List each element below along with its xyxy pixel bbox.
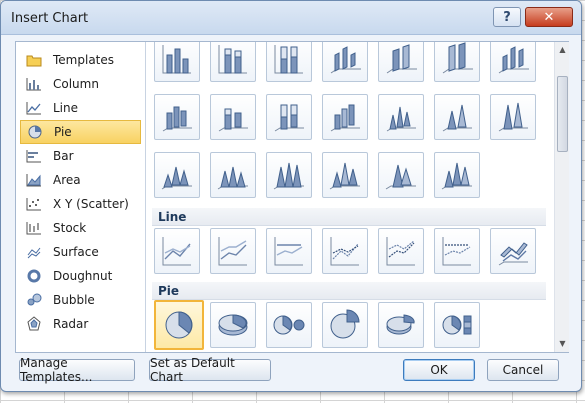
chart-type-label: Radar — [53, 317, 89, 331]
chart-type-label: Stock — [53, 221, 87, 235]
chart-type-label: Area — [53, 173, 81, 187]
column-chart-icon — [25, 76, 43, 92]
section-header-line: Line — [152, 208, 546, 226]
chart-type-templates[interactable]: Templates — [20, 48, 141, 72]
pyramid-subtype-thumb[interactable] — [210, 152, 256, 198]
column-subtype-thumb[interactable] — [210, 42, 256, 82]
scatter-chart-icon — [25, 196, 43, 212]
column-subtype-thumb[interactable] — [154, 42, 200, 82]
scrollbar-thumb[interactable] — [557, 76, 568, 152]
dialog-title: Insert Chart — [11, 11, 89, 26]
pie-subtype-thumb[interactable] — [154, 300, 204, 350]
3d-line-subtype-thumb[interactable] — [490, 228, 536, 274]
help-button[interactable]: ? — [493, 7, 521, 27]
chart-type-label: Templates — [53, 53, 115, 67]
dialog-content: Templates Column Line Pie Bar Area X Y (… — [15, 41, 569, 353]
line-subtype-thumb[interactable] — [210, 228, 256, 274]
chart-type-surface[interactable]: Surface — [20, 240, 141, 264]
radar-chart-icon — [25, 316, 43, 332]
pie-of-pie-subtype-thumb[interactable] — [266, 302, 312, 348]
column-subtype-thumb[interactable] — [378, 42, 424, 82]
manage-templates-button[interactable]: Manage Templates... — [19, 356, 135, 384]
gallery-scrollbar[interactable]: ▲ ▼ — [554, 42, 569, 352]
scroll-up-icon[interactable]: ▲ — [555, 42, 570, 58]
section-header-pie: Pie — [152, 282, 546, 300]
line-chart-icon — [25, 100, 43, 116]
surface-chart-icon — [25, 244, 43, 260]
chart-type-column[interactable]: Column — [20, 72, 141, 96]
cylinder-subtype-thumb[interactable] — [322, 94, 368, 140]
insert-chart-dialog: Insert Chart ? ✕ Templates Column Line P… — [0, 0, 582, 392]
chart-type-radar[interactable]: Radar — [20, 312, 141, 336]
chart-subtype-gallery: Line Pie — [148, 42, 554, 352]
chart-type-pie[interactable]: Pie — [20, 120, 141, 144]
pyramid-subtype-thumb[interactable] — [154, 152, 200, 198]
pie-chart-icon — [26, 124, 44, 140]
area-chart-icon — [25, 172, 43, 188]
column-subtype-thumb[interactable] — [434, 42, 480, 82]
chart-type-label: Bubble — [53, 293, 95, 307]
line-subtype-thumb[interactable] — [266, 228, 312, 274]
chart-type-list: Templates Column Line Pie Bar Area X Y (… — [16, 42, 146, 352]
cancel-button[interactable]: Cancel — [487, 359, 559, 381]
close-icon: ✕ — [543, 9, 555, 25]
chart-type-label: Doughnut — [53, 269, 113, 283]
cone-subtype-thumb[interactable] — [378, 94, 424, 140]
chart-type-area[interactable]: Area — [20, 168, 141, 192]
column-subtype-thumb[interactable] — [322, 42, 368, 82]
chart-type-doughnut[interactable]: Doughnut — [20, 264, 141, 288]
line-markers-subtype-thumb[interactable] — [434, 228, 480, 274]
title-bar: Insert Chart ? ✕ — [1, 1, 581, 35]
bar-of-pie-subtype-thumb[interactable] — [434, 302, 480, 348]
chart-type-stock[interactable]: Stock — [20, 216, 141, 240]
folder-icon — [25, 52, 43, 68]
pyramid-subtype-thumb[interactable] — [434, 152, 480, 198]
doughnut-chart-icon — [25, 268, 43, 284]
chart-type-label: X Y (Scatter) — [53, 197, 129, 211]
chart-type-label: Surface — [53, 245, 99, 259]
chart-type-label: Column — [53, 77, 99, 91]
line-markers-subtype-thumb[interactable] — [378, 228, 424, 274]
bubble-chart-icon — [25, 292, 43, 308]
cylinder-subtype-thumb[interactable] — [154, 94, 200, 140]
chart-type-label: Pie — [54, 125, 72, 139]
column-subtype-thumb[interactable] — [490, 42, 536, 82]
3d-pie-subtype-thumb[interactable] — [210, 302, 256, 348]
cylinder-subtype-thumb[interactable] — [266, 94, 312, 140]
stock-chart-icon — [25, 220, 43, 236]
exploded-3d-pie-subtype-thumb[interactable] — [378, 302, 424, 348]
line-subtype-thumb[interactable] — [154, 228, 200, 274]
chart-type-scatter[interactable]: X Y (Scatter) — [20, 192, 141, 216]
cone-subtype-thumb[interactable] — [490, 94, 536, 140]
line-markers-subtype-thumb[interactable] — [322, 228, 368, 274]
ok-button[interactable]: OK — [403, 359, 475, 381]
bar-chart-icon — [25, 148, 43, 164]
scroll-down-icon[interactable]: ▼ — [555, 336, 570, 352]
close-button[interactable]: ✕ — [525, 7, 573, 27]
set-default-chart-button[interactable]: Set as Default Chart — [149, 356, 271, 384]
chart-type-line[interactable]: Line — [20, 96, 141, 120]
pyramid-subtype-thumb[interactable] — [378, 152, 424, 198]
chart-type-label: Bar — [53, 149, 74, 163]
pyramid-subtype-thumb[interactable] — [322, 152, 368, 198]
chart-type-bubble[interactable]: Bubble — [20, 288, 141, 312]
chart-type-bar[interactable]: Bar — [20, 144, 141, 168]
cone-subtype-thumb[interactable] — [434, 94, 480, 140]
chart-type-label: Line — [53, 101, 79, 115]
pyramid-subtype-thumb[interactable] — [266, 152, 312, 198]
column-subtype-thumb[interactable] — [266, 42, 312, 82]
cylinder-subtype-thumb[interactable] — [210, 94, 256, 140]
exploded-pie-subtype-thumb[interactable] — [322, 302, 368, 348]
